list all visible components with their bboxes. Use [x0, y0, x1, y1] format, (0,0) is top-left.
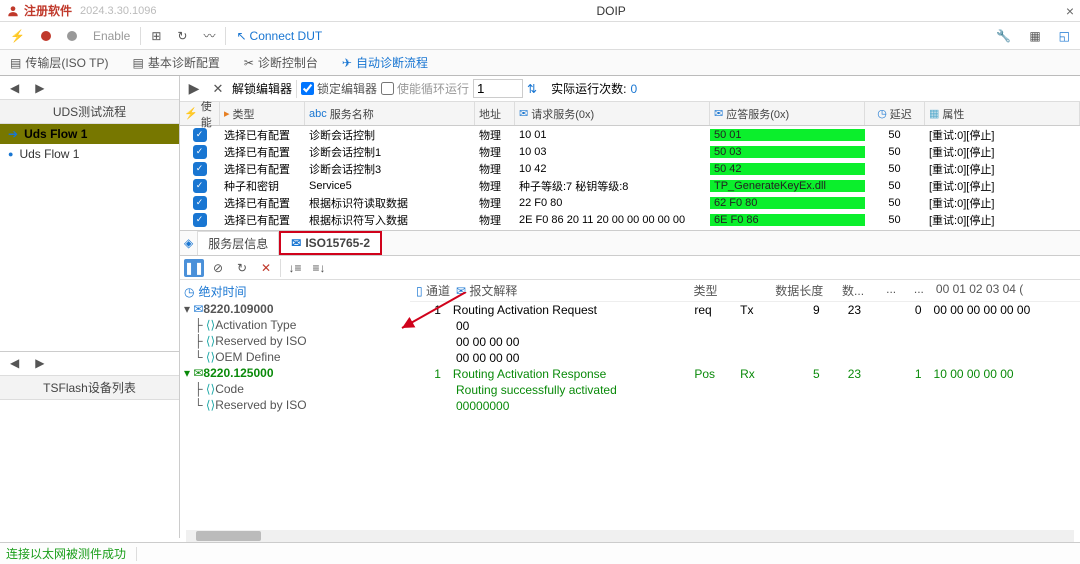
- service-row[interactable]: ✓选择已有配置诊断会话控制3物理10 4250 4250[重试:0][停止]: [180, 160, 1080, 177]
- service-grid-header: ⚡使能 ▸类型 abc 服务名称 地址 ✉ 请求服务(0x) ✉ 应答服务(0x…: [180, 102, 1080, 126]
- separator: [140, 27, 141, 45]
- user-icon: [6, 4, 20, 18]
- tsflash-panel: ◀ ▶ TSFlash设备列表: [0, 351, 179, 539]
- wrench-icon[interactable]: 🔧: [990, 27, 1017, 45]
- record-button[interactable]: [35, 29, 57, 43]
- service-row[interactable]: ✓选择已有配置根据标识符读取数据物理22 F0 8062 F0 8050[重试:…: [180, 194, 1080, 211]
- window-title: DOIP: [156, 4, 1065, 18]
- app-title: 注册软件: [24, 2, 72, 19]
- play-icon[interactable]: ▶: [184, 80, 204, 98]
- main-area: ◀ ▶ UDS测试流程 ➔Uds Flow 1 ●Uds Flow 1 ◀ ▶ …: [0, 76, 1080, 538]
- unlock-editor-button[interactable]: 解锁编辑器: [232, 80, 292, 97]
- tab-basic-diag[interactable]: ▤基本诊断配置: [126, 51, 225, 74]
- status-bar: 连接以太网被测件成功: [0, 542, 1080, 564]
- tab-auto-diag[interactable]: ✈自动诊断流程: [336, 51, 434, 74]
- loop-count-input[interactable]: [473, 79, 523, 98]
- prev-icon[interactable]: ◀: [4, 79, 25, 97]
- main-toolbar: ⚡ Enable ⊞ ↻ 〰 ↖ Connect DUT 🔧 ▦ ◱: [0, 22, 1080, 50]
- status-text: 连接以太网被测件成功: [6, 545, 126, 562]
- loop-checkbox[interactable]: 使能循环运行: [381, 80, 469, 97]
- lock-editor-checkbox[interactable]: 锁定编辑器: [301, 80, 377, 97]
- pause-icon[interactable]: ❚❚: [184, 259, 204, 277]
- service-row[interactable]: ✓种子和密钥Service5物理种子等级:7 秘钥等级:8TP_Generate…: [180, 177, 1080, 194]
- prev-icon[interactable]: ◀: [4, 354, 25, 372]
- message-row[interactable]: 1 Routing Activation Request req Tx 9 23…: [410, 302, 1080, 318]
- service-row[interactable]: ✓选择已有配置诊断会话控制1物理10 0350 0350[重试:0][停止]: [180, 143, 1080, 160]
- tab-service-info[interactable]: 服务层信息: [197, 231, 279, 255]
- stop-icon[interactable]: ✕: [208, 80, 228, 98]
- flow-item[interactable]: ➔Uds Flow 1: [0, 124, 179, 144]
- nav-buttons: ◀ ▶: [0, 76, 179, 100]
- flow-item[interactable]: ●Uds Flow 1: [0, 144, 179, 164]
- flow-list: ➔Uds Flow 1 ●Uds Flow 1: [0, 124, 179, 164]
- wave-icon[interactable]: 〰: [197, 25, 221, 46]
- app-version: 2024.3.30.1096: [80, 5, 156, 17]
- layout-icon[interactable]: ◱: [1053, 27, 1076, 45]
- main-tabs: ▤传输层(ISO TP) ▤基本诊断配置 ✂诊断控制台 ✈自动诊断流程: [0, 50, 1080, 76]
- editor-toolbar: ▶ ✕ 解锁编辑器 锁定编辑器 使能循环运行 ⇅ 实际运行次数:0: [180, 76, 1080, 102]
- message-toolbar: ❚❚ ⊘ ↻ ✕ ↓≡ ≡↓: [180, 256, 1080, 280]
- next-icon[interactable]: ▶: [29, 79, 50, 97]
- titlebar: 注册软件 2024.3.30.1096 DOIP ×: [0, 0, 1080, 22]
- enable-button[interactable]: Enable: [87, 27, 136, 45]
- right-content: ▶ ✕ 解锁编辑器 锁定编辑器 使能循环运行 ⇅ 实际运行次数:0 ⚡使能 ▸类…: [180, 76, 1080, 538]
- message-area: ◷绝对时间 ▾ ✉ 8220.109000 ├ ⟨⟩ Activation Ty…: [180, 280, 1080, 538]
- message-columns[interactable]: ▯ 通道 ✉ 报文解释 类型 数据长度 数... ... ... 00 01 0…: [410, 280, 1080, 538]
- separator: [225, 27, 226, 45]
- tab-iso15765-2[interactable]: ✉ISO15765-2: [279, 231, 382, 255]
- next-icon[interactable]: ▶: [29, 354, 50, 372]
- message-row[interactable]: 1 Routing Activation Response Pos Rx 5 2…: [410, 366, 1080, 382]
- refresh-icon[interactable]: ↻: [232, 259, 252, 277]
- autoscroll-icon[interactable]: ↓≡: [285, 259, 305, 277]
- lower-tabs: ◈ 服务层信息 ✉ISO15765-2: [180, 230, 1080, 256]
- tsflash-header: TSFlash设备列表: [0, 376, 179, 400]
- sort-icon[interactable]: ≡↓: [309, 259, 329, 277]
- horizontal-scrollbar[interactable]: [186, 530, 1074, 542]
- diamond-icon: ◈: [184, 236, 193, 250]
- message-tree[interactable]: ◷绝对时间 ▾ ✉ 8220.109000 ├ ⟨⟩ Activation Ty…: [180, 280, 410, 538]
- tab-transport[interactable]: ▤传输层(ISO TP): [4, 51, 114, 74]
- service-row[interactable]: ✓选择已有配置诊断会话控制物理10 0150 0150[重试:0][停止]: [180, 126, 1080, 143]
- runcount-label: 实际运行次数:: [551, 80, 626, 97]
- clear-icon[interactable]: ⊘: [208, 259, 228, 277]
- tab-diag-console[interactable]: ✂诊断控制台: [238, 51, 324, 74]
- close-icon[interactable]: ×: [1066, 3, 1074, 19]
- sync-icon[interactable]: ↻: [171, 27, 193, 45]
- uds-flow-header: UDS测试流程: [0, 100, 179, 124]
- grid-icon[interactable]: ▦: [1023, 27, 1046, 45]
- db-icon[interactable]: ⊞: [145, 27, 167, 45]
- delete-icon[interactable]: ✕: [256, 259, 276, 277]
- left-sidebar: ◀ ▶ UDS测试流程 ➔Uds Flow 1 ●Uds Flow 1 ◀ ▶ …: [0, 76, 180, 538]
- runcount-value: 0: [630, 82, 637, 96]
- service-grid-body[interactable]: ✓选择已有配置诊断会话控制物理10 0150 0150[重试:0][停止]✓选择…: [180, 126, 1080, 230]
- service-row[interactable]: ✓选择已有配置根据标识符写入数据物理2E F0 86 20 11 20 00 0…: [180, 211, 1080, 228]
- plug-icon[interactable]: ⚡: [4, 27, 31, 45]
- connect-dut-button[interactable]: ↖ Connect DUT: [230, 27, 328, 45]
- stop-rec-button[interactable]: [61, 29, 83, 43]
